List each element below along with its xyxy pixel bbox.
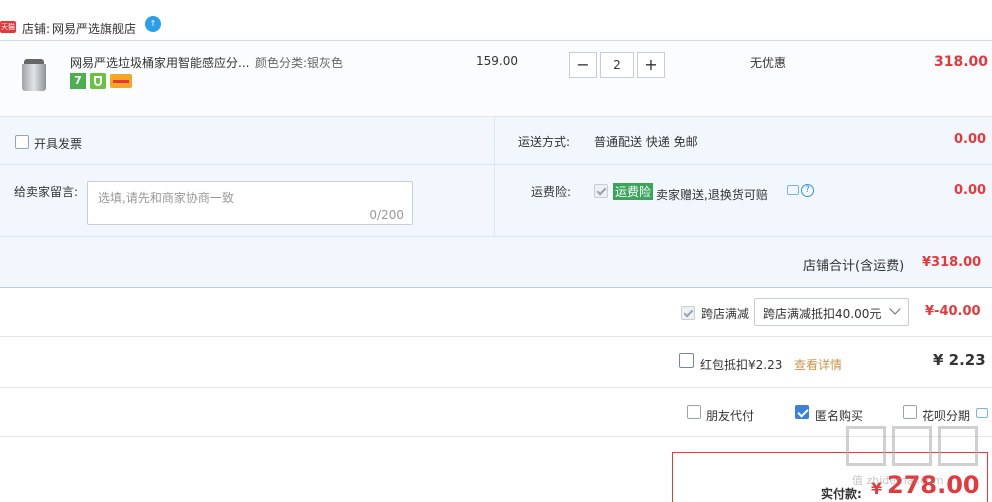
invoice-checkbox[interactable] xyxy=(15,135,29,149)
tmall-badge: 天猫 xyxy=(0,21,16,33)
cross-discount-select[interactable]: 跨店满减抵扣40.00元 xyxy=(754,298,909,326)
item-row: 网易严选垃圾桶家用智能感应分... 颜色分类:银灰色 7 159.00 − 2 … xyxy=(0,40,992,116)
product-attr: 颜色分类:银灰色 xyxy=(255,56,344,70)
message-insurance-row: 给卖家留言: 选填,请先和商家协商一致 0/200 运费险: 运费险 卖家赠送,… xyxy=(0,164,992,237)
item-discount: 无优惠 xyxy=(750,56,787,70)
message-placeholder: 选填,请先和商家协商一致 xyxy=(98,191,234,205)
service-tag-guarantee-icon xyxy=(90,73,106,89)
insurance-tag: 运费险 xyxy=(613,183,654,200)
huabei-checkbox[interactable] xyxy=(903,405,917,419)
pay-amount: 278.00 xyxy=(887,471,980,499)
comment-icon[interactable] xyxy=(976,408,988,418)
chat-bubble-icon[interactable]: ↑ xyxy=(145,16,161,32)
insurance-desc: 卖家赠送,退换货可赔 xyxy=(656,188,768,202)
anonymous-label: 匿名购买 xyxy=(815,409,864,423)
qty-minus-button[interactable]: − xyxy=(569,52,597,78)
message-count: 0/200 xyxy=(369,208,404,222)
right-panel-divider xyxy=(494,117,495,165)
red-packet-amount: ¥ 2.23 xyxy=(933,351,986,369)
cross-discount-checkbox xyxy=(681,306,695,320)
red-packet-checkbox[interactable] xyxy=(679,353,694,368)
store-header: 天猫 店铺: 网易严选旗舰店 ↑ xyxy=(0,0,992,40)
right-panel-divider xyxy=(494,165,495,237)
friend-pay-checkbox[interactable] xyxy=(687,405,701,419)
cross-discount-row: 跨店满减 跨店满减抵扣40.00元 ¥-40.00 xyxy=(0,288,992,337)
invoice-label: 开具发票 xyxy=(34,137,83,151)
huabei-label: 花呗分期 xyxy=(922,409,971,423)
qty-input[interactable]: 2 xyxy=(600,52,634,78)
invoice-shipping-row: 开具发票 运送方式: 普通配送 快递 免邮 0.00 xyxy=(0,116,992,165)
shipping-value[interactable]: 普通配送 快递 免邮 xyxy=(594,133,698,150)
help-icon[interactable]: ? xyxy=(801,184,814,197)
shipping-label: 运送方式: xyxy=(518,135,571,149)
pay-label: 实付款: xyxy=(821,487,862,501)
options-row: 朋友代付 匿名购买 花呗分期 xyxy=(0,388,992,437)
insurance-checkbox xyxy=(594,184,608,198)
comment-icon[interactable] xyxy=(787,185,799,195)
qty-plus-button[interactable]: + xyxy=(637,52,665,78)
chevron-down-icon xyxy=(889,303,901,315)
red-packet-detail-link[interactable]: 查看详情 xyxy=(794,356,842,373)
item-subtotal: 318.00 xyxy=(934,54,989,70)
unit-price: 159.00 xyxy=(476,54,518,68)
product-title[interactable]: 网易严选垃圾桶家用智能感应分... xyxy=(70,54,249,71)
store-total-row: 店铺合计(含运费) ¥318.00 xyxy=(0,236,992,288)
message-textarea[interactable]: 选填,请先和商家协商一致 0/200 xyxy=(87,181,413,225)
store-total-amount: ¥318.00 xyxy=(922,255,982,270)
cross-discount-select-value: 跨店满减抵扣40.00元 xyxy=(763,307,882,321)
red-packet-row: 红包抵扣¥2.23 查看详情 ¥ 2.23 xyxy=(0,337,992,388)
service-tag-card-icon xyxy=(110,74,132,88)
anonymous-checkbox[interactable] xyxy=(795,405,809,419)
store-name[interactable]: 网易严选旗舰店 xyxy=(52,20,136,37)
store-label: 店铺: xyxy=(22,22,51,36)
cross-discount-label: 跨店满减 xyxy=(701,307,750,321)
store-total-label: 店铺合计(含运费) xyxy=(803,259,905,274)
pay-box: 实付款: ¥ 278.00 xyxy=(672,452,988,502)
pay-currency: ¥ xyxy=(871,479,883,498)
insurance-amount: 0.00 xyxy=(954,183,987,198)
message-label: 给卖家留言: xyxy=(14,185,79,199)
cross-discount-amount: ¥-40.00 xyxy=(925,304,981,319)
red-packet-label: 红包抵扣¥2.23 xyxy=(700,358,783,372)
friend-pay-label: 朋友代付 xyxy=(706,409,755,423)
product-thumbnail[interactable] xyxy=(22,59,46,91)
insurance-label: 运费险: xyxy=(531,185,572,199)
shipping-amount: 0.00 xyxy=(954,132,987,147)
service-tag-7day-icon: 7 xyxy=(70,73,86,89)
